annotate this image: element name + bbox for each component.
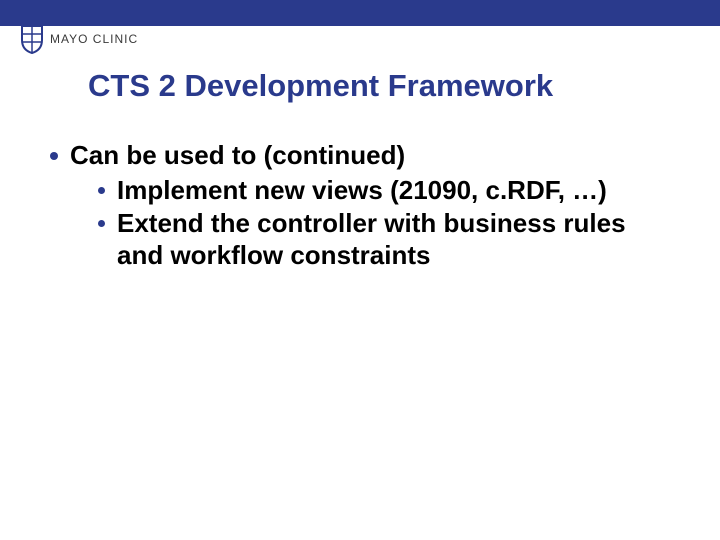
header-bar — [0, 0, 720, 26]
list-item: Extend the controller with business rule… — [98, 208, 670, 270]
brand-name: MAYO CLINIC — [50, 32, 138, 46]
bullet-icon — [98, 187, 105, 194]
brand-logo: MAYO CLINIC — [20, 24, 138, 54]
page-title: CTS 2 Development Framework — [88, 68, 553, 104]
list-item: Can be used to (continued) — [50, 140, 670, 171]
bullet-icon — [98, 220, 105, 227]
list-item-text: Can be used to (continued) — [70, 140, 405, 171]
list-item: Implement new views (21090, c.RDF, …) — [98, 175, 670, 206]
content-area: Can be used to (continued) Implement new… — [50, 140, 670, 273]
sub-list: Implement new views (21090, c.RDF, …) Ex… — [98, 175, 670, 271]
list-item-text: Extend the controller with business rule… — [117, 208, 637, 270]
shield-icon — [20, 24, 44, 54]
bullet-icon — [50, 152, 58, 160]
list-item-text: Implement new views (21090, c.RDF, …) — [117, 175, 607, 206]
